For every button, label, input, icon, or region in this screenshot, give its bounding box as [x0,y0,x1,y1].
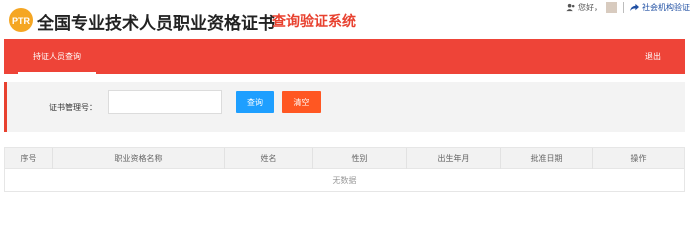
page-subtitle: 查询验证系统 [272,14,356,30]
column-header-gender: 性别 [313,148,407,169]
table-header: 序号 职业资格名称 姓名 性别 出生年月 批准日期 操作 [5,148,684,169]
page-title: 全国专业技术人员职业资格证书 [37,14,275,34]
column-header-birth: 出生年月 [407,148,501,169]
search-panel: 证书管理号： 查询 清空 [4,82,685,132]
clear-button[interactable]: 清空 [282,91,321,113]
divider [623,1,624,13]
org-verify-link[interactable]: 社会机构验证 [642,2,690,13]
header: PTR 全国专业技术人员职业资格证书 查询验证系统 您好， 社会机构验证 [0,0,700,40]
ptr-logo-icon: PTR [9,8,33,32]
avatar[interactable] [606,1,617,13]
greeting-text: 您好， [578,2,602,12]
user-area: 您好， 社会机构验证 [566,0,690,14]
logout-link[interactable]: 退出 [645,39,661,74]
tab-holder-query[interactable]: 持证人员查询 [18,39,96,74]
cert-number-input[interactable] [108,90,222,114]
column-header-name: 姓名 [225,148,313,169]
nav-bar: 持证人员查询 退出 [4,39,685,74]
column-header-action: 操作 [630,154,647,163]
active-tab-indicator [18,72,96,74]
column-header-index: 序号 [5,148,53,169]
empty-state: 无数据 [332,175,357,185]
cert-number-label: 证书管理号： [49,102,97,112]
user-icon [566,3,575,11]
logo-text: PTR [12,16,31,26]
column-header-approval-date: 批准日期 [501,148,593,169]
results-table: 序号 职业资格名称 姓名 性别 出生年月 批准日期 操作 无数据 [4,147,685,192]
share-icon [630,3,639,11]
query-button[interactable]: 查询 [236,91,274,113]
column-header-qualification: 职业资格名称 [53,148,225,169]
